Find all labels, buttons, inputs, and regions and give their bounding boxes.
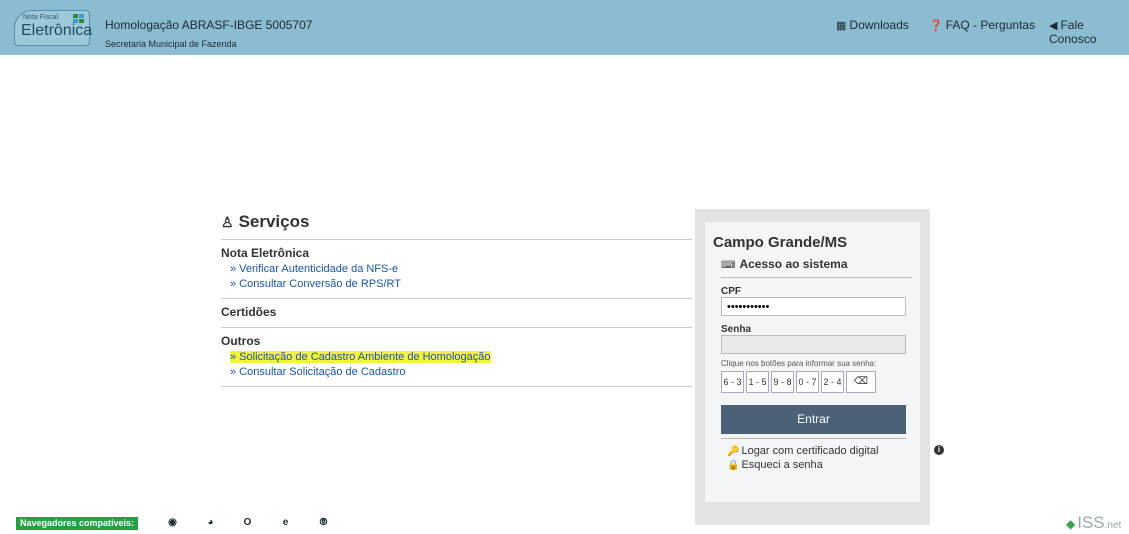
nfe-logo[interactable]: Nota Fiscal Eletrônica	[14, 10, 93, 46]
services-panel: ♙ Serviços Nota Eletrônica » Verificar Au…	[221, 212, 692, 387]
keypad-button[interactable]: 1 - 5	[746, 371, 769, 393]
brand-suffix: .net	[1104, 520, 1122, 531]
keypad-button[interactable]: 6 - 3	[721, 371, 744, 393]
issnet-logo: ◆ ISS.net	[1066, 513, 1121, 533]
user-icon: ♙	[221, 214, 234, 230]
services-title: ♙ Serviços	[221, 212, 692, 240]
key-icon: 🔑	[727, 446, 740, 457]
login-box: Campo Grande/MS ⌨Acesso ao sistema CPF S…	[705, 222, 944, 502]
homologation-registration-label: » Solicitação de Cadastro Ambiente de Ho…	[230, 351, 491, 363]
access-label: Acesso ao sistema	[739, 257, 848, 271]
keypad-button[interactable]: 9 - 8	[771, 371, 794, 393]
verify-nfse-link[interactable]: » Verificar Autenticidade da NFS-e	[230, 263, 692, 275]
environment-title: Homologação ABRASF-IBGE 5005707	[105, 18, 313, 32]
certificate-login-label: Logar com certificado digital	[741, 445, 879, 457]
opera-icon[interactable]: O	[242, 517, 253, 528]
divider	[721, 438, 906, 439]
faq-link[interactable]: ❓ FAQ - Perguntas	[929, 18, 1035, 32]
logo-big-text: Eletrônica	[21, 22, 93, 39]
backspace-button[interactable]: ⌫	[846, 371, 876, 393]
city-title: Campo Grande/MS	[713, 234, 848, 251]
password-input[interactable]	[721, 335, 906, 354]
info-icon[interactable]: i	[934, 445, 944, 455]
cpf-input[interactable]	[721, 297, 906, 316]
keypad-button[interactable]: 2 - 4	[821, 371, 844, 393]
services-title-label: Serviços	[238, 212, 310, 231]
faq-label: FAQ - Perguntas	[945, 18, 1036, 32]
safari-icon[interactable]: ⦾	[318, 517, 329, 528]
login-panel: Campo Grande/MS ⌨Acesso ao sistema CPF S…	[695, 209, 944, 525]
firefox-icon[interactable]: ◕	[205, 517, 216, 528]
section-nota-eletronica: Nota Eletrônica » Verificar Autenticidad…	[221, 246, 692, 299]
environment-subtitle: Secretaria Municipal de Fazenda	[105, 39, 237, 49]
forgot-password-label: Esqueci a senha	[741, 459, 823, 471]
chrome-icon[interactable]: ◉	[167, 517, 178, 528]
keypad-button[interactable]: 0 - 7	[796, 371, 819, 393]
ie-icon[interactable]: e	[280, 517, 291, 528]
compatible-browsers-badge: Navegadores compatíveis:	[16, 517, 139, 530]
downloads-link[interactable]: ▦ Downloads	[836, 18, 909, 32]
section-outros: Outros » Solicitação de Cadastro Ambient…	[221, 334, 692, 387]
section-heading: Nota Eletrônica	[221, 246, 310, 260]
diamond-icon: ◆	[1066, 517, 1076, 531]
password-label: Senha	[721, 324, 752, 335]
lock-icon: 🔒	[727, 460, 740, 471]
forgot-password-link[interactable]: 🔒 Esqueci a senha	[727, 459, 912, 471]
homologation-registration-link[interactable]: » Solicitação de Cadastro Ambiente de Ho…	[230, 351, 692, 363]
password-hint: Clique nos botões para informar sua senh…	[721, 359, 877, 368]
question-icon: ❓	[929, 20, 943, 32]
download-icon: ▦	[836, 20, 847, 32]
contact-link[interactable]: ◀ Fale Conosco	[1049, 18, 1129, 46]
certificate-login-link[interactable]: 🔑 Logar com certificado digital i	[727, 445, 944, 457]
top-bar: Nota Fiscal Eletrônica Homologação ABRAS…	[0, 0, 1129, 55]
section-heading[interactable]: Certidões	[221, 305, 692, 319]
brand-label: ISS	[1077, 513, 1105, 532]
cpf-label: CPF	[721, 286, 741, 297]
section-heading: Outros	[221, 334, 261, 348]
password-keypad: 6 - 3 1 - 5 9 - 8 0 - 7 2 - 4 ⌫	[721, 371, 912, 393]
section-certidoes: Certidões	[221, 305, 692, 328]
downloads-label: Downloads	[849, 18, 909, 32]
enter-button[interactable]: Entrar	[721, 405, 906, 434]
keyboard-icon: ⌨	[721, 260, 736, 271]
registration-query-link[interactable]: » Consultar Solicitação de Cadastro	[230, 366, 692, 378]
access-heading: ⌨ Acesso ao sistema	[721, 257, 912, 278]
logo-small-text: Nota Fiscal	[23, 14, 59, 21]
logo-squares-icon	[73, 14, 85, 24]
megaphone-icon: ◀	[1049, 20, 1058, 32]
rps-conversion-link[interactable]: » Consultar Conversão de RPS/RT	[230, 278, 692, 290]
